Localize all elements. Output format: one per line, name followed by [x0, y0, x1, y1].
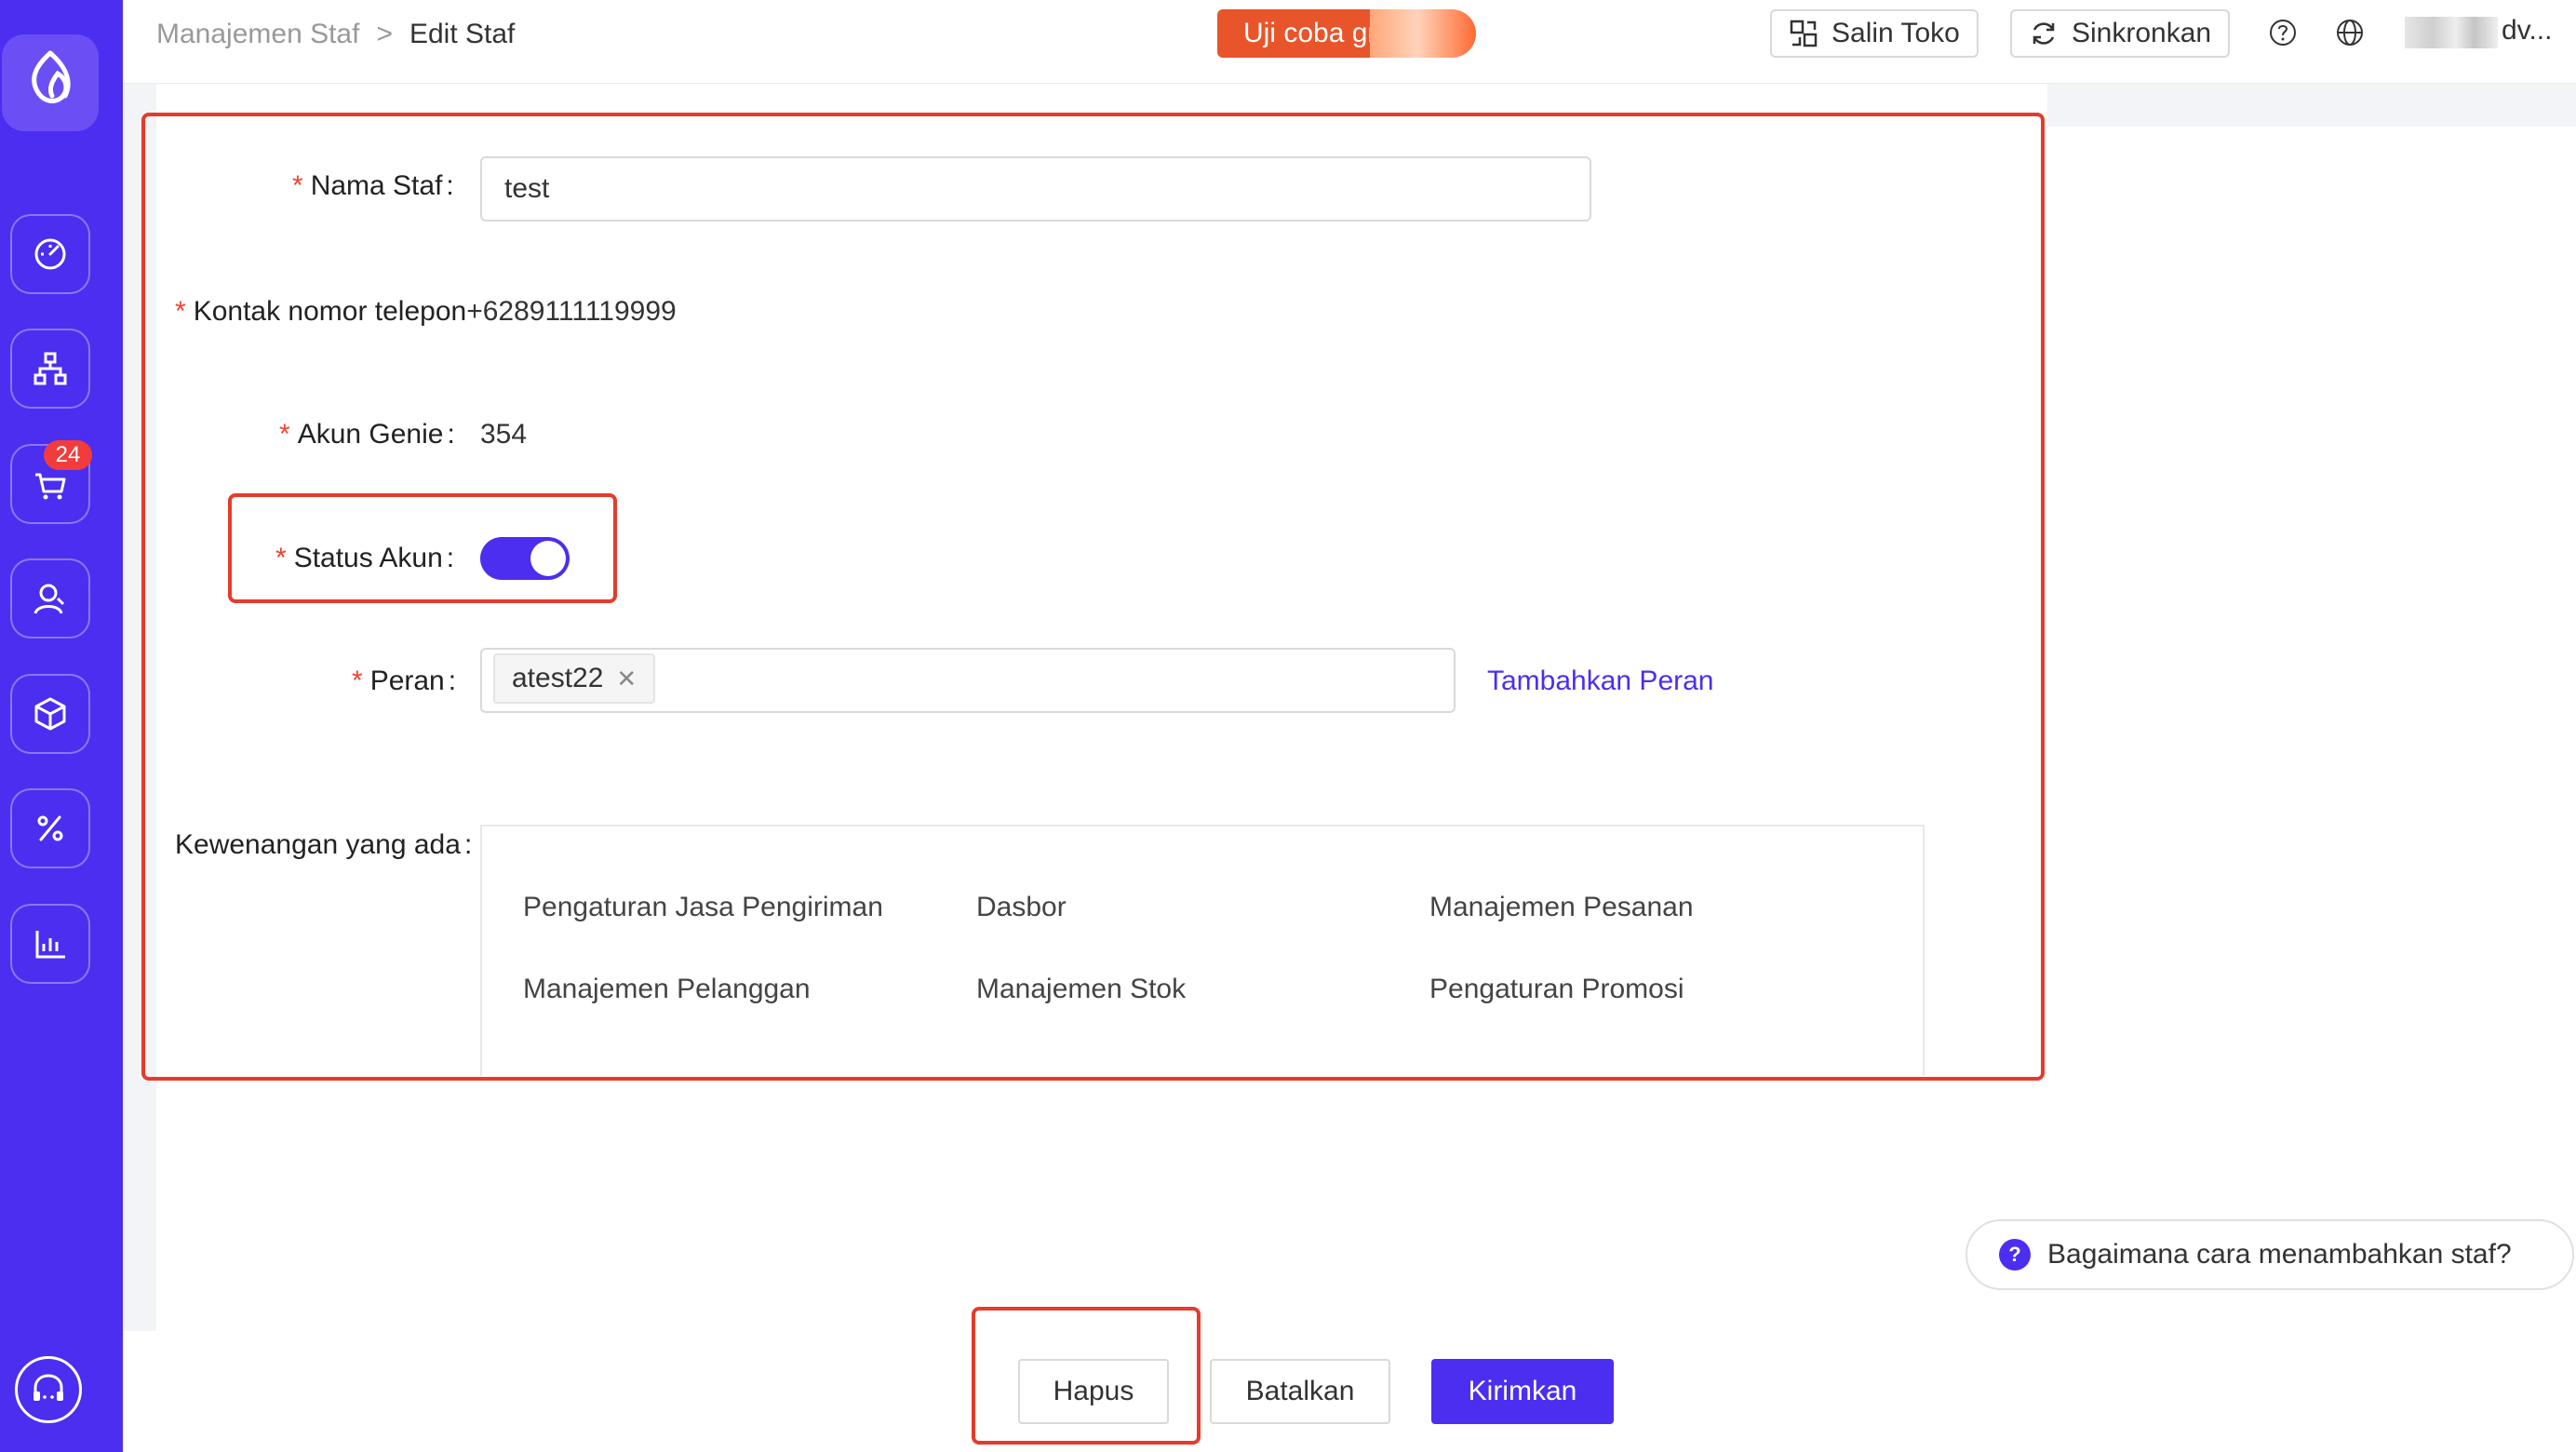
breadcrumb-parent[interactable]: Manajemen Staf [156, 19, 359, 50]
status-label-row: * Status Akun : [275, 543, 454, 574]
question-icon: ? [1999, 1239, 2031, 1270]
globe-icon [2337, 20, 2363, 46]
permissions-label-row: Kewenangan yang ada : [175, 829, 472, 861]
toggle-knob [530, 541, 566, 576]
permission-item: Pengaturan Jasa Pengiriman [523, 892, 883, 922]
label-colon: : [463, 829, 473, 860]
breadcrumb-current: Edit Staf [409, 19, 516, 49]
help-add-staff-link[interactable]: ? Bagaimana cara menambahkan staf? [1966, 1219, 2574, 1290]
trial-promo-pill[interactable] [1370, 9, 1476, 58]
sidebar: 24 [0, 0, 123, 1452]
permissions-box: Pengaturan Jasa Pengiriman Dasbor Manaje… [480, 825, 1925, 1076]
headset-icon [34, 1374, 63, 1401]
nav-dashboard[interactable] [10, 214, 90, 294]
permissions-label: Kewenangan yang ada [175, 829, 461, 860]
label-colon: : [448, 666, 457, 696]
user-name[interactable]: dv... [2502, 15, 2552, 47]
nav-organization[interactable] [10, 329, 90, 409]
account-value: 354 [480, 419, 528, 450]
nav-orders[interactable]: 24 [10, 440, 92, 524]
permission-item: Manajemen Pelanggan [523, 974, 811, 1004]
content-left-gutter [123, 84, 156, 1331]
logo[interactable] [2, 34, 99, 131]
sync-button[interactable]: Sinkronkan [2010, 9, 2231, 58]
required-mark: * [279, 419, 290, 450]
support[interactable] [15, 1356, 82, 1423]
phone-value: +6289111119999 [466, 296, 677, 327]
customers-icon [34, 584, 65, 614]
required-mark: * [292, 170, 303, 201]
account-status-toggle[interactable] [480, 537, 570, 580]
required-mark: * [275, 543, 287, 573]
bar-chart-icon [35, 931, 65, 959]
name-input-value: test [504, 173, 550, 204]
nav-customers[interactable] [10, 558, 90, 639]
permission-item: Pengaturan Promosi [1429, 974, 1684, 1004]
content-gray-band [2047, 84, 2576, 127]
required-mark: * [352, 666, 363, 696]
required-mark: * [175, 296, 186, 327]
sync-label: Sinkronkan [2072, 18, 2212, 48]
phone-label-row: * Kontak nomor telepon +6289111119999 [175, 296, 677, 328]
cancel-button[interactable]: Batalkan [1210, 1359, 1390, 1424]
language-button[interactable] [2334, 17, 2366, 48]
help-text: Bagaimana cara menambahkan staf? [2047, 1239, 2512, 1270]
label-colon: : [446, 543, 455, 573]
nav-products[interactable] [10, 674, 90, 754]
copy-store-icon [1790, 20, 1818, 47]
nav-reports[interactable] [10, 904, 90, 984]
role-tag-label: atest22 [512, 663, 604, 693]
copy-store-button[interactable]: Salin Toko [1770, 9, 1979, 58]
nav-promotions[interactable] [10, 788, 90, 868]
label-colon: : [446, 170, 454, 201]
permission-item: Manajemen Pesanan [1429, 892, 1694, 922]
help-circle-icon [2270, 20, 2296, 46]
delete-button[interactable]: Hapus [1018, 1359, 1169, 1424]
phone-label: Kontak nomor telepon [193, 296, 467, 327]
label-colon: : [447, 419, 455, 450]
percent-icon [37, 815, 63, 841]
name-label: Nama Staf [310, 170, 443, 201]
org-chart-icon [34, 352, 67, 385]
cart-badge: 24 [44, 440, 92, 470]
logo-icon [32, 50, 71, 103]
user-avatar[interactable] [2405, 17, 2498, 48]
role-tag: atest22 ✕ [493, 653, 656, 704]
add-role-link[interactable]: Tambahkan Peran [1487, 666, 1714, 697]
free-trial-button[interactable]: Uji coba gratis [1217, 9, 1379, 58]
name-input[interactable]: test [480, 156, 1591, 222]
permission-item: Manajemen Stok [976, 974, 1187, 1004]
sync-icon [2033, 22, 2055, 45]
breadcrumb: Manajemen Staf > Edit Staf [156, 19, 515, 50]
dashboard-icon [34, 238, 66, 270]
help-button[interactable] [2267, 17, 2299, 48]
breadcrumb-separator: > [376, 19, 393, 49]
submit-button[interactable]: Kirimkan [1431, 1359, 1614, 1424]
account-label: Akun Genie [297, 419, 444, 450]
role-label: Peran [369, 666, 445, 696]
box-icon [34, 697, 66, 731]
copy-store-label: Salin Toko [1831, 18, 1960, 48]
account-label-row: * Akun Genie : [279, 419, 455, 450]
name-label-row: * Nama Staf : [292, 170, 454, 202]
permission-item: Dasbor [976, 892, 1067, 922]
role-label-row: * Peran : [352, 666, 456, 697]
free-trial-label: Uji coba gratis [1243, 18, 1379, 48]
remove-tag-icon[interactable]: ✕ [616, 665, 637, 693]
status-label: Status Akun [293, 543, 443, 573]
